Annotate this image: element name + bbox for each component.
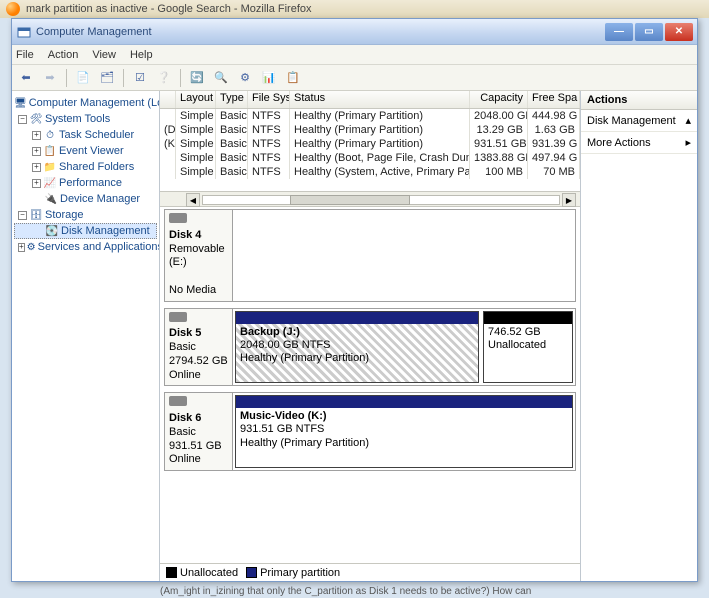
- col-free[interactable]: Free Spa: [528, 91, 580, 108]
- volume-header-row[interactable]: Layout Type File System Status Capacity …: [160, 91, 580, 109]
- expand-icon[interactable]: +: [18, 243, 25, 252]
- col-filesystem[interactable]: File System: [248, 91, 290, 108]
- disk-row-4[interactable]: Disk 4 Removable (E:) No Media: [164, 209, 576, 302]
- volume-row[interactable]: SimpleBasicNTFSHealthy (System, Active, …: [160, 165, 580, 179]
- expand-icon[interactable]: +: [32, 179, 41, 188]
- primary-stripe: [236, 396, 572, 408]
- event-icon: 📋: [43, 144, 57, 158]
- mmc-window: Computer Management — ▭ ✕ File Action Vi…: [11, 18, 698, 582]
- refresh-button[interactable]: 🔄: [187, 68, 207, 88]
- storage-icon: 🗄: [29, 208, 43, 222]
- tool-c[interactable]: 📋: [283, 68, 303, 88]
- scrollbar-thumb[interactable]: [290, 195, 410, 205]
- disk6-partition-music[interactable]: Music-Video (K:) 931.51 GB NTFS Healthy …: [235, 395, 573, 468]
- firefox-titlebar: mark partition as inactive - Google Sear…: [0, 0, 709, 18]
- nav-tree[interactable]: 🖥 Computer Management (Local) − 🛠 System…: [12, 91, 160, 581]
- firefox-icon: [6, 2, 20, 16]
- menubar: File Action View Help: [12, 45, 697, 65]
- splitter[interactable]: ◀ ▶: [160, 191, 580, 207]
- firefox-title: mark partition as inactive - Google Sear…: [26, 3, 312, 15]
- app-icon: [16, 24, 32, 40]
- tree-shared-folders[interactable]: +📁Shared Folders: [14, 159, 157, 175]
- volume-row[interactable]: SimpleBasicNTFSHealthy (Boot, Page File,…: [160, 151, 580, 165]
- expand-icon[interactable]: +: [32, 147, 41, 156]
- disk4-info: Disk 4 Removable (E:) No Media: [165, 210, 233, 301]
- perf-icon: 📈: [43, 176, 57, 190]
- up-button[interactable]: 📄: [73, 68, 93, 88]
- disk6-info: Disk 6 Basic 931.51 GB Online: [165, 393, 233, 470]
- chevron-right-icon: ▸: [685, 136, 691, 149]
- toolbar: ⬅ ➡ 📄 🗂 ☑ ❔ 🔄 🔍 ⚙ 📊 📋: [12, 65, 697, 91]
- drive-icon: [169, 213, 187, 223]
- tool-b[interactable]: 📊: [259, 68, 279, 88]
- legend: Unallocated Primary partition: [160, 563, 580, 581]
- col-type[interactable]: Type: [216, 91, 248, 108]
- volume-row[interactable]: SimpleBasicNTFSHealthy (Primary Partitio…: [160, 109, 580, 123]
- actions-more[interactable]: More Actions▸: [581, 132, 697, 154]
- page-footer-text: (Am_ight in_izining that only the C_part…: [160, 586, 531, 597]
- collapse-icon: ▴: [685, 114, 691, 127]
- col-capacity[interactable]: Capacity: [470, 91, 528, 108]
- tree-task-scheduler[interactable]: +⏱Task Scheduler: [14, 127, 157, 143]
- drive-icon: [169, 312, 187, 322]
- actions-pane: Actions Disk Management▴ More Actions▸: [581, 91, 697, 581]
- legend-unallocated-swatch: [166, 567, 177, 578]
- volume-list[interactable]: SimpleBasicNTFSHealthy (Primary Partitio…: [160, 109, 580, 191]
- tree-root[interactable]: 🖥 Computer Management (Local): [14, 95, 157, 111]
- forward-button[interactable]: ➡: [40, 68, 60, 88]
- collapse-icon[interactable]: −: [18, 211, 27, 220]
- unallocated-stripe: [484, 312, 572, 324]
- volume-row[interactable]: (D:)SimpleBasicNTFSHealthy (Primary Part…: [160, 123, 580, 137]
- tree-storage[interactable]: − 🗄 Storage: [14, 207, 157, 223]
- tree-services[interactable]: + ⚙ Services and Applications: [14, 239, 157, 255]
- primary-stripe: [236, 312, 478, 324]
- disk5-info: Disk 5 Basic 2794.52 GB Online: [165, 309, 233, 386]
- scheduler-icon: ⏱: [43, 128, 57, 142]
- rescan-button[interactable]: 🔍: [211, 68, 231, 88]
- services-icon: ⚙: [27, 240, 36, 254]
- close-button[interactable]: ✕: [665, 23, 693, 41]
- disk-row-6[interactable]: Disk 6 Basic 931.51 GB Online Music-Vide…: [164, 392, 576, 471]
- expand-icon[interactable]: +: [32, 131, 41, 140]
- help-button[interactable]: ❔: [154, 68, 174, 88]
- menu-action[interactable]: Action: [48, 49, 79, 61]
- tree-disk-management[interactable]: 💽Disk Management: [14, 223, 157, 239]
- scroll-left-button[interactable]: ◀: [186, 193, 200, 207]
- disk-row-5[interactable]: Disk 5 Basic 2794.52 GB Online Backup (J…: [164, 308, 576, 387]
- col-layout[interactable]: Layout: [176, 91, 216, 108]
- window-title: Computer Management: [36, 26, 605, 38]
- maximize-button[interactable]: ▭: [635, 23, 663, 41]
- menu-help[interactable]: Help: [130, 49, 153, 61]
- scroll-right-button[interactable]: ▶: [562, 193, 576, 207]
- menu-file[interactable]: File: [16, 49, 34, 61]
- titlebar[interactable]: Computer Management — ▭ ✕: [12, 19, 697, 45]
- menu-view[interactable]: View: [92, 49, 116, 61]
- graphical-view[interactable]: Disk 4 Removable (E:) No Media Disk 5 Ba…: [160, 207, 580, 563]
- tool-a[interactable]: ⚙: [235, 68, 255, 88]
- tools-icon: 🛠: [29, 112, 43, 126]
- device-icon: 🔌: [44, 192, 58, 206]
- computer-icon: 🖥: [14, 96, 27, 110]
- properties-button[interactable]: ☑: [130, 68, 150, 88]
- tree-device-manager[interactable]: 🔌Device Manager: [14, 191, 157, 207]
- collapse-icon[interactable]: −: [18, 115, 27, 124]
- expand-icon[interactable]: +: [32, 163, 41, 172]
- disk5-unallocated[interactable]: 746.52 GB Unallocated: [483, 311, 573, 384]
- tree-system-tools[interactable]: − 🛠 System Tools: [14, 111, 157, 127]
- tree-performance[interactable]: +📈Performance: [14, 175, 157, 191]
- actions-dm[interactable]: Disk Management▴: [581, 110, 697, 132]
- disk-icon: 💽: [45, 224, 59, 238]
- minimize-button[interactable]: —: [605, 23, 633, 41]
- tree-event-viewer[interactable]: +📋Event Viewer: [14, 143, 157, 159]
- main-panel: Layout Type File System Status Capacity …: [160, 91, 581, 581]
- disk5-partition-backup[interactable]: Backup (J:) 2048.00 GB NTFS Healthy (Pri…: [235, 311, 479, 384]
- drive-icon: [169, 396, 187, 406]
- back-button[interactable]: ⬅: [16, 68, 36, 88]
- share-icon: 📁: [43, 160, 57, 174]
- col-status[interactable]: Status: [290, 91, 470, 108]
- show-hide-tree-button[interactable]: 🗂: [97, 68, 117, 88]
- legend-primary-swatch: [246, 567, 257, 578]
- volume-row[interactable]: (K:)SimpleBasicNTFSHealthy (Primary Part…: [160, 137, 580, 151]
- actions-header: Actions: [581, 91, 697, 110]
